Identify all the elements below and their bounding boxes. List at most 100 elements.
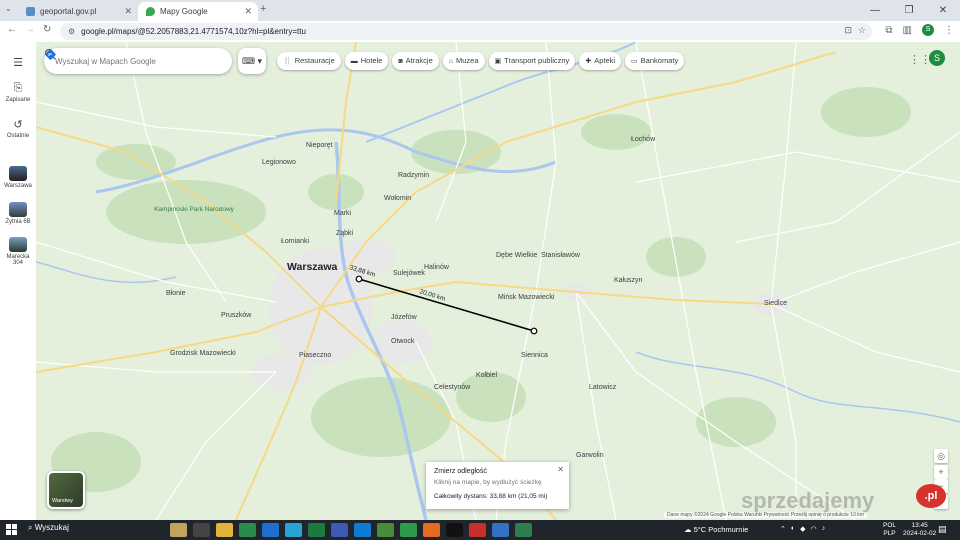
minimize-icon[interactable]: — (858, 0, 892, 21)
chip-label: Atrakcje (405, 56, 433, 65)
maps-favicon-icon (146, 7, 155, 16)
mail-icon[interactable] (262, 523, 279, 537)
tab-geoportal[interactable]: geoportal.gov.pl ✕ (18, 2, 138, 21)
browser-toolbar: ← → ↻ ⚙ google.pl/maps/@52.2057883,21.47… (0, 21, 960, 42)
edge-icon[interactable] (354, 523, 371, 537)
close-icon[interactable]: ✕ (557, 465, 564, 474)
store-icon[interactable] (239, 523, 256, 537)
rail-item-saved[interactable]: ⎘ Zapisane (0, 82, 36, 103)
plus-icon: + (938, 467, 944, 477)
city-label-warszawa: Warszawa (287, 261, 338, 273)
road-s8-east (320, 51, 837, 308)
firefox-icon[interactable] (423, 523, 440, 537)
clock[interactable]: 13:45 2024-02-02 (903, 522, 936, 538)
measure-hint: Kliknij na mapie, by wydłużyć ścieżkę (434, 479, 542, 486)
search-input[interactable] (55, 56, 185, 66)
keyboard-layout: PLP (883, 530, 896, 537)
tray-app-icon[interactable]: ⌃ (780, 525, 786, 533)
chip-restaurants[interactable]: 🍴 Restauracje (277, 52, 341, 70)
app-icon[interactable] (446, 523, 463, 537)
address-bar[interactable]: ⚙ google.pl/maps/@52.2057883,21.4771574,… (60, 23, 872, 40)
zoom-in-button[interactable]: + (934, 465, 948, 479)
measure-end-point[interactable] (530, 327, 538, 335)
window-controls: — ❐ ✕ (858, 0, 960, 21)
word-icon[interactable] (331, 523, 348, 537)
town-label: Celestynów (434, 384, 471, 391)
chip-public-transport[interactable]: ▣ Transport publiczny (488, 52, 576, 70)
wifi-icon[interactable]: ◠ (811, 525, 817, 533)
measure-start-point[interactable] (355, 275, 363, 283)
language-indicator[interactable]: POL PLP (883, 522, 896, 538)
volume-icon[interactable]: ♪ (822, 525, 826, 533)
widget-icon[interactable] (170, 523, 187, 537)
account-avatar[interactable]: S (929, 50, 945, 66)
system-tray: ⌃ ◐ ◆ ◠ ♪ (780, 525, 825, 533)
restore-icon[interactable]: ❐ (892, 0, 926, 21)
app-icon[interactable] (515, 523, 532, 537)
chip-attractions[interactable]: ◙ Atrakcje (392, 52, 439, 70)
taskbar-search[interactable]: ⌕ Wyszukaj (28, 523, 69, 533)
place-thumbnail (9, 202, 27, 217)
forward-icon[interactable]: → (25, 24, 35, 35)
calculator-icon[interactable] (492, 523, 509, 537)
chip-pharmacies[interactable]: ✚ Apteki (579, 52, 622, 70)
reload-icon[interactable]: ↻ (43, 24, 51, 35)
menu-icon[interactable]: ⋮ (944, 25, 954, 36)
chip-hotels[interactable]: ▬ Hotele (344, 52, 389, 70)
maps-search-box (44, 48, 232, 74)
task-view-icon[interactable] (193, 523, 210, 537)
keyboard-toggle-button[interactable]: ⌨ ▾ (238, 48, 266, 74)
taskbar-search-label: Wyszukaj (34, 523, 69, 532)
windows-start-icon[interactable] (6, 524, 17, 535)
town-label: Siennica (521, 352, 548, 359)
town-label: Stanisławów (541, 252, 580, 259)
url-text: google.pl/maps/@52.2057883,21.4771574,10… (81, 27, 306, 36)
directions-icon[interactable] (44, 48, 57, 61)
tab-title: Mapy Google (160, 7, 208, 16)
new-tab-icon[interactable]: + (260, 3, 266, 15)
road (155, 371, 277, 520)
chrome-icon[interactable] (377, 523, 394, 537)
profile-avatar[interactable]: S (922, 24, 934, 36)
rail-item-warszawa[interactable]: Warszawa (0, 166, 36, 189)
back-icon[interactable]: ← (7, 24, 17, 35)
opera-icon[interactable] (469, 523, 486, 537)
site-info-icon[interactable]: ⚙ (68, 27, 75, 36)
tab-google-maps[interactable]: Mapy Google ✕ (138, 2, 258, 21)
chip-atms[interactable]: ▭ Bankomaty (625, 52, 685, 70)
close-window-icon[interactable]: ✕ (926, 0, 960, 21)
maps-left-rail: ☰ ⎘ Zapisane ↺ Ostatnie Warszawa Żytnia … (0, 42, 36, 520)
rail-item-recent[interactable]: ↺ Ostatnie (0, 118, 36, 139)
side-panel-icon[interactable]: ▥ (903, 25, 912, 36)
town-label: Mińsk Mazowiecki (498, 294, 555, 301)
close-tab-icon[interactable]: ✕ (244, 6, 252, 17)
page-viewport: ☰ ⎘ Zapisane ↺ Ostatnie Warszawa Żytnia … (0, 42, 960, 520)
close-tab-icon[interactable]: ✕ (124, 6, 132, 17)
install-icon[interactable]: ⊡ (844, 25, 852, 36)
my-location-button[interactable]: ◎ (934, 449, 948, 463)
chip-label: Restauracje (294, 56, 335, 65)
chrome-profile-icon[interactable] (400, 523, 417, 537)
chip-museums[interactable]: ⌂ Muzea (442, 52, 485, 70)
tray-app-icon[interactable]: ◐ (791, 525, 795, 533)
map-canvas[interactable]: Warszawa Kampinoski Park Narodowy 33,88 … (36, 42, 960, 520)
extensions-icon[interactable]: ⧉ (885, 25, 892, 36)
menu-button[interactable]: ☰ (0, 56, 36, 71)
excel-icon[interactable] (308, 523, 325, 537)
app-icon[interactable] (285, 523, 302, 537)
weather-widget[interactable]: ☁ 5°C Pochmurnie (684, 525, 748, 534)
forest-area (821, 87, 911, 137)
rail-item-zytnia[interactable]: Żytnia 6B (0, 202, 36, 225)
layers-button[interactable]: Warstwy (47, 471, 85, 509)
notifications-icon[interactable]: ▤ (938, 524, 947, 535)
tray-app-icon[interactable]: ◆ (800, 525, 805, 533)
bookmark-star-icon[interactable]: ☆ (858, 25, 866, 36)
measure-total: Całkowity dystans: 33,88 km (21,05 mi) (434, 493, 548, 500)
town-label: Józefów (391, 314, 417, 321)
tab-search-icon[interactable]: ⌄ (5, 4, 12, 13)
river (36, 261, 177, 284)
road (635, 42, 727, 520)
rail-item-marecka[interactable]: Marecka 304 (0, 237, 36, 266)
town-label: Siedlce (764, 300, 787, 307)
file-explorer-icon[interactable] (216, 523, 233, 537)
